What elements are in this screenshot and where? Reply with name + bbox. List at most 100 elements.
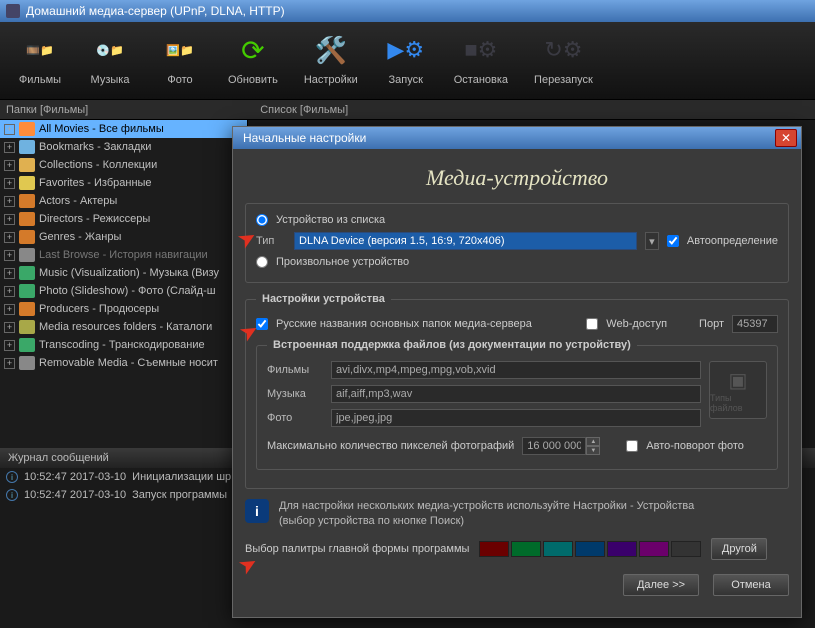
expand-icon[interactable]: + — [4, 196, 15, 207]
folder-tree[interactable]: +All Movies - Все фильмы+Bookmarks - Зак… — [0, 120, 248, 448]
expand-icon[interactable]: + — [4, 124, 15, 135]
spin-down-icon[interactable]: ▼ — [586, 446, 600, 455]
refresh-label: Обновить — [228, 74, 278, 86]
tree-item[interactable]: +Music (Visualization) - Музыка (Визу — [0, 264, 247, 282]
web-access-checkbox[interactable] — [586, 318, 598, 330]
spin-up-icon[interactable]: ▲ — [586, 437, 600, 446]
autodetect-checkbox[interactable] — [667, 235, 679, 247]
start-label: Запуск — [389, 74, 423, 86]
films-button[interactable]: 🎞️📁Фильмы — [18, 30, 62, 99]
stop-button[interactable]: ■⚙Остановка — [454, 30, 508, 99]
folder-icon — [19, 158, 35, 172]
music-ext-input[interactable] — [331, 385, 701, 403]
tree-item[interactable]: +Directors - Режиссеры — [0, 210, 247, 228]
palette-swatch[interactable] — [543, 541, 573, 557]
tree-item[interactable]: +Photo (Slideshow) - Фото (Слайд-ш — [0, 282, 247, 300]
expand-icon[interactable]: + — [4, 322, 15, 333]
expand-icon[interactable]: + — [4, 304, 15, 315]
device-type-select[interactable] — [294, 232, 637, 250]
music-label: Музыка — [91, 74, 130, 86]
tree-item-label: Producers - Продюсеры — [39, 303, 159, 315]
maxpx-input[interactable] — [522, 437, 586, 455]
autorotate-label: Авто-поворот фото — [646, 440, 744, 452]
filetypes-button[interactable]: ▣ Типы файлов — [709, 361, 767, 419]
tree-item[interactable]: + Favorites - Избранные — [0, 174, 247, 192]
start-button[interactable]: ▶⚙ Запуск — [384, 30, 428, 99]
device-source-group: Устройство из списка ➤ Тип ▾ Автоопредел… — [245, 203, 789, 283]
refresh-button[interactable]: ⟳ Обновить — [228, 30, 278, 99]
tree-item[interactable]: +Genres - Жанры — [0, 228, 247, 246]
music-button[interactable]: 💿📁Музыка — [88, 30, 132, 99]
tree-item[interactable]: +All Movies - Все фильмы — [0, 120, 247, 138]
tree-item[interactable]: +Collections - Коллекции — [0, 156, 247, 174]
films-ext-input[interactable] — [331, 361, 701, 379]
device-settings-group: Настройки устройства ➤ Русские названия … — [245, 293, 789, 489]
expand-icon[interactable]: + — [4, 340, 15, 351]
next-button[interactable]: Далее >> — [623, 574, 699, 596]
palette-swatch[interactable] — [607, 541, 637, 557]
maxpx-spinner[interactable]: ▲▼ — [522, 437, 600, 455]
folder-icon — [19, 356, 35, 370]
filetypes-caption: Типы файлов — [710, 393, 766, 413]
folders-path: Папки [Фильмы] — [6, 104, 88, 116]
palette-swatch[interactable] — [639, 541, 669, 557]
path-bar: Папки [Фильмы] Список [Фильмы] — [0, 100, 815, 120]
expand-icon[interactable]: + — [4, 250, 15, 261]
radio-custom[interactable] — [256, 256, 268, 268]
expand-icon[interactable]: + — [4, 286, 15, 297]
restart-label: Перезапуск — [534, 74, 593, 86]
tree-item[interactable]: +Transcoding - Транскодирование — [0, 336, 247, 354]
photo-label: Фото — [167, 74, 192, 86]
builtin-files-group: Встроенная поддержка файлов (из документ… — [256, 339, 778, 470]
radio-from-list[interactable] — [256, 214, 268, 226]
close-button[interactable]: ✕ — [775, 129, 797, 147]
films-label: Фильмы — [19, 74, 61, 86]
tree-item[interactable]: + Actors - Актеры — [0, 192, 247, 210]
cancel-button[interactable]: Отмена — [713, 574, 789, 596]
port-input[interactable] — [732, 315, 778, 333]
expand-icon[interactable]: + — [4, 358, 15, 369]
log-msg: Инициализации шр — [132, 471, 231, 483]
start-icon: ▶⚙ — [384, 30, 428, 70]
photo-button[interactable]: 🖼️📁Фото — [158, 30, 202, 99]
device-settings-legend: Настройки устройства — [256, 293, 391, 305]
settings-button[interactable]: 🛠️Настройки — [304, 30, 358, 99]
tree-item[interactable]: +Bookmarks - Закладки — [0, 138, 247, 156]
palette-swatch[interactable] — [479, 541, 509, 557]
films-ext-label: Фильмы — [267, 364, 323, 376]
arrow-icon: ➤ — [233, 223, 262, 255]
other-color-button[interactable]: Другой — [711, 538, 767, 560]
autorotate-checkbox[interactable] — [626, 440, 638, 452]
tree-item[interactable]: + Removable Media - Съемные носит — [0, 354, 247, 372]
tree-item[interactable]: +Last Browse - История навигации — [0, 246, 247, 264]
tree-item-label: Media resources folders - Каталоги — [39, 321, 212, 333]
tree-item[interactable]: + Media resources folders - Каталоги — [0, 318, 247, 336]
settings-label: Настройки — [304, 74, 358, 86]
expand-icon[interactable]: + — [4, 142, 15, 153]
folder-icon — [19, 140, 35, 154]
dialog-titlebar: Начальные настройки ✕ — [233, 127, 801, 149]
folder-icon — [19, 176, 35, 190]
tree-item-label: Actors - Актеры — [39, 195, 117, 207]
expand-icon[interactable]: + — [4, 268, 15, 279]
main-toolbar: 🎞️📁Фильмы 💿📁Музыка 🖼️📁Фото ⟳ Обновить 🛠️Н… — [0, 22, 815, 100]
tree-item-label: Favorites - Избранные — [39, 177, 152, 189]
expand-icon[interactable]: + — [4, 178, 15, 189]
expand-icon[interactable]: + — [4, 232, 15, 243]
palette-swatch[interactable] — [575, 541, 605, 557]
palette-swatch[interactable] — [671, 541, 701, 557]
refresh-icon: ⟳ — [231, 30, 275, 70]
palette-swatch[interactable] — [511, 541, 541, 557]
log-msg: Запуск программы — [132, 489, 227, 501]
info-icon: i — [6, 489, 18, 501]
restart-button[interactable]: ↻⚙Перезапуск — [534, 30, 593, 99]
expand-icon[interactable]: + — [4, 214, 15, 225]
dropdown-icon[interactable]: ▾ — [645, 232, 659, 250]
photo-ext-input[interactable] — [331, 409, 701, 427]
folder-icon — [19, 194, 35, 208]
tree-item-label: Removable Media - Съемные носит — [39, 357, 218, 369]
app-icon — [6, 4, 20, 18]
folder-icon — [19, 212, 35, 226]
tree-item[interactable]: + Producers - Продюсеры — [0, 300, 247, 318]
expand-icon[interactable]: + — [4, 160, 15, 171]
